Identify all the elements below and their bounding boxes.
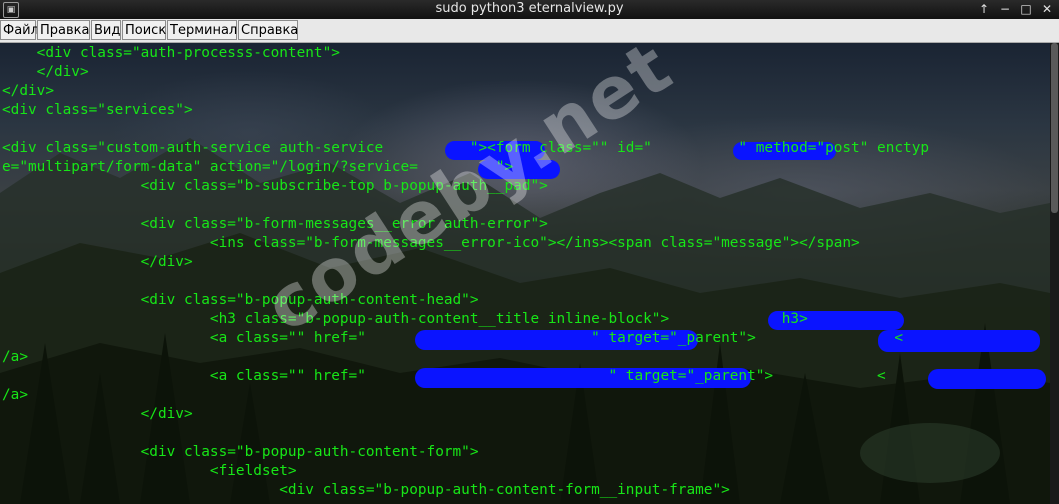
terminal-window: ▣ sudo python3 eternalview.py ↑ − □ ✕ Фа…: [0, 0, 1059, 504]
terminal-line: <div class="b-popup-auth-content-form">: [2, 444, 479, 460]
terminal-line: </div>: [2, 83, 54, 99]
menu-help[interactable]: Справка: [238, 20, 298, 40]
terminal-line: </div>: [2, 64, 89, 80]
terminal-line: <fieldset>: [2, 463, 297, 479]
title-bar: ▣ sudo python3 eternalview.py ↑ − □ ✕: [0, 0, 1059, 19]
terminal-line: /a>: [2, 387, 28, 403]
terminal-line: <div class="auth-processs-content">: [2, 45, 340, 61]
menu-search[interactable]: Поиск: [122, 20, 166, 40]
menu-file[interactable]: Файл: [0, 20, 39, 40]
maximize-icon[interactable]: □: [1015, 0, 1037, 19]
close-icon[interactable]: ✕: [1036, 0, 1058, 19]
minimize-icon[interactable]: −: [994, 0, 1016, 19]
window-title: sudo python3 eternalview.py: [435, 1, 624, 16]
menu-view[interactable]: Вид: [91, 20, 121, 40]
terminal-line: </div>: [2, 254, 193, 270]
terminal-text: <div class="auth-processs-content"> </di…: [2, 44, 929, 500]
menu-terminal[interactable]: Терминал: [167, 20, 237, 40]
menu-bar: Файл Правка Вид Поиск Терминал Справка: [0, 19, 1059, 43]
terminal-output-area[interactable]: <div class="auth-processs-content"> </di…: [0, 43, 1050, 504]
terminal-scrollbar[interactable]: [1050, 43, 1059, 504]
terminal-line: <div class="services">: [2, 102, 193, 118]
terminal-line: <h3 class="b-popup-auth-content__title i…: [2, 311, 808, 327]
terminal-line: <a class="" href=" " target="_parent"> <: [2, 330, 904, 346]
terminal-line: </div>: [2, 406, 193, 422]
keep-above-icon[interactable]: ↑: [973, 0, 995, 19]
scrollbar-thumb[interactable]: [1051, 43, 1058, 213]
menu-edit[interactable]: Правка: [37, 20, 90, 40]
terminal-line: <div class="b-popup-auth-content-form__i…: [2, 482, 730, 498]
terminal-line: /a>: [2, 349, 28, 365]
terminal-line: <div class="b-popup-auth-content-head">: [2, 292, 479, 308]
terminal-line: <a class="" href=" " target="_parent"> <: [2, 368, 886, 384]
redaction-link-2-text: [928, 369, 1046, 389]
